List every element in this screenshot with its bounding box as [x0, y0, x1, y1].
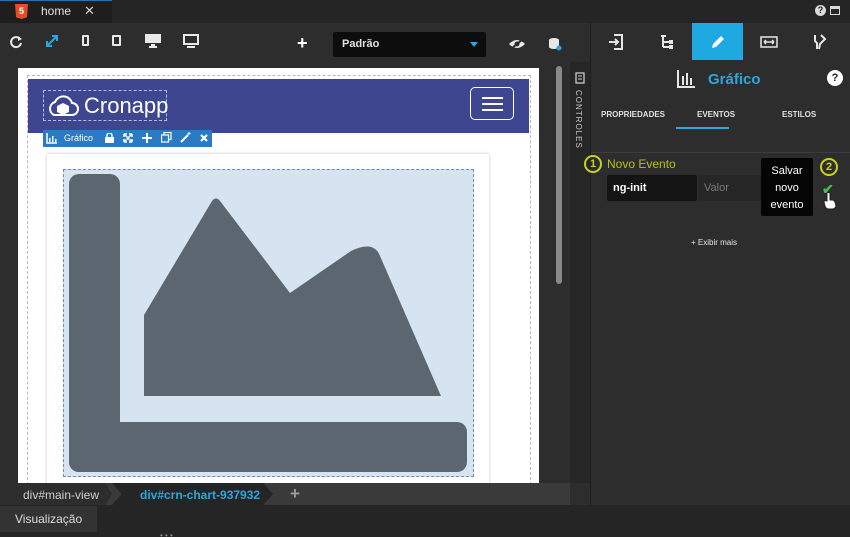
chevron-down-icon [470, 42, 478, 47]
tools-icon [813, 34, 826, 50]
menu-bar [482, 103, 503, 105]
breadcrumb-item-label: div#main-view [23, 488, 100, 502]
chart-icon [46, 133, 57, 144]
controls-label: CONTROLES [574, 90, 583, 149]
breadcrumb-item-label: div#crn-chart-937932 [140, 488, 261, 502]
tab-tools[interactable] [794, 23, 845, 60]
maximize-icon[interactable] [830, 6, 840, 15]
menu-bar [482, 97, 503, 99]
viewport-select-value: Padrão [342, 38, 380, 50]
controls-icon [575, 72, 585, 84]
step-badge: 1 [584, 155, 602, 173]
help-icon[interactable]: ? [827, 70, 843, 86]
ide-window: 5 home ✕ ? + Padrão Cronapp Gráfico CONT… [0, 0, 850, 537]
tab-eventos[interactable]: EVENTOS [697, 110, 735, 119]
save-event-tooltip: Salvar novo evento [761, 158, 813, 216]
menu-toggle-button[interactable] [470, 87, 514, 120]
tab-home-label: home [41, 4, 72, 18]
tablet-icon[interactable] [112, 35, 121, 46]
bottom-panel-bar [0, 505, 850, 537]
magic-wand-icon[interactable] [180, 132, 191, 143]
editor-tab-bar [0, 0, 850, 23]
help-icon[interactable]: ? [815, 5, 826, 16]
chart-placeholder-icon [69, 174, 467, 472]
lock-icon[interactable] [105, 133, 114, 143]
refresh-icon[interactable] [9, 35, 23, 49]
panel-title: Gráfico [708, 71, 761, 88]
tooltip-line: evento [770, 199, 804, 211]
visibility-icon[interactable] [508, 38, 526, 50]
breadcrumb-add-button[interactable]: + [290, 484, 300, 504]
tab-close-icon[interactable]: ✕ [84, 3, 95, 19]
chart-icon [677, 70, 695, 88]
tab-estilos[interactable]: ESTILOS [782, 110, 816, 119]
resize-icon[interactable] [123, 133, 133, 143]
tab-tree[interactable] [641, 23, 692, 60]
close-icon[interactable] [200, 134, 208, 142]
properties-panel [590, 23, 850, 505]
phone-icon[interactable] [82, 35, 89, 46]
tooltip-line: novo [775, 182, 799, 194]
cloud-logo-icon [49, 95, 79, 116]
tab-propriedades[interactable]: PROPRIEDADES [601, 110, 665, 119]
resize-grip-icon[interactable]: • • • [160, 531, 173, 537]
add-component-button[interactable]: + [297, 33, 308, 54]
expand-icon[interactable] [45, 34, 59, 48]
step-badge: 2 [820, 158, 838, 176]
show-more-link[interactable]: + Exibir mais [691, 238, 737, 247]
desktop-icon[interactable] [145, 34, 161, 48]
arrows-horizontal-icon [759, 36, 778, 48]
tab-visualizacao-label: Visualização [15, 512, 83, 526]
tab-edit[interactable] [692, 23, 743, 60]
tab-width[interactable] [743, 23, 794, 60]
canvas-scrollbar[interactable] [556, 66, 562, 284]
database-icon[interactable] [548, 37, 562, 51]
html5-icon: 5 [15, 4, 28, 19]
import-icon [608, 34, 623, 50]
menu-bar [482, 109, 503, 111]
hand-cursor-icon [823, 192, 837, 210]
tab-import[interactable] [590, 23, 641, 60]
add-icon[interactable] [142, 133, 152, 143]
brand-name: Cronapp [84, 93, 169, 118]
event-value-input[interactable]: Valor [699, 175, 761, 201]
pencil-icon [711, 36, 724, 48]
tree-icon [660, 35, 673, 49]
tooltip-line: Salvar [771, 165, 803, 177]
new-event-label: Novo Evento [607, 157, 676, 171]
monitor-icon[interactable] [183, 34, 199, 48]
copy-icon[interactable] [161, 132, 172, 143]
event-name-input[interactable]: ng-init [607, 175, 697, 201]
active-tab-indicator [676, 127, 729, 129]
component-name: Gráfico [64, 133, 94, 143]
divider [591, 152, 850, 153]
